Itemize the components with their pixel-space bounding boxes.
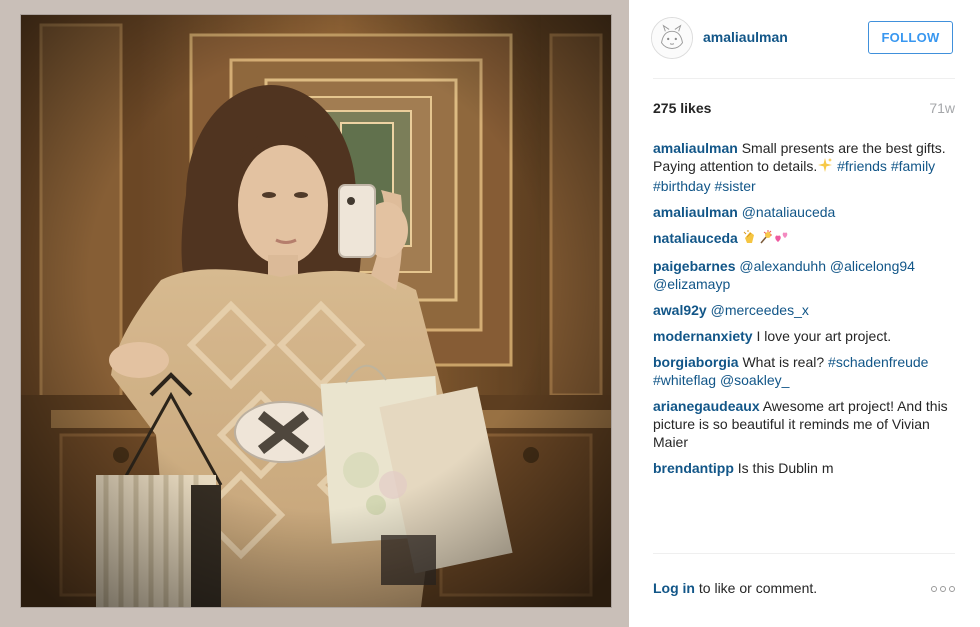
comment-text: What is real? [738,354,829,370]
comment-username[interactable]: nataliauceda [653,230,738,246]
sparkles-icon [817,157,833,177]
hashtag-link[interactable]: #sister [714,178,755,194]
hashtag-link[interactable]: #whiteflag [653,372,716,388]
sparkler-icon [758,229,774,249]
comment-text: Is this Dublin m [733,460,834,476]
likes-count[interactable]: 275 likes [653,100,711,116]
post-time[interactable]: 71w [929,100,955,116]
hashtag-link[interactable]: #friends [837,158,887,174]
comments-list: amaliaulman Small presents are the best … [653,139,955,485]
comment-username[interactable]: modernanxiety [653,328,753,344]
two-hearts-icon [774,229,790,249]
mention-link[interactable]: @elizamayp [653,276,730,292]
comment-username[interactable]: amaliaulman [653,204,738,220]
login-link[interactable]: Log in [653,580,695,596]
mention-link[interactable]: @alexanduhh [739,258,826,274]
comment-item: amaliaulman @nataliauceda [653,203,955,221]
comment-text: I love your art project. [752,328,892,344]
comment-username[interactable]: brendantipp [653,460,734,476]
mirror-selfie-image [21,15,611,607]
login-row: Log in to like or comment. [653,580,955,600]
comment-item: nataliauceda [653,229,955,249]
clapping-hands-icon [742,229,758,249]
comment-username[interactable]: paigebarnes [653,258,735,274]
hashtag-link[interactable]: #family [891,158,935,174]
dot [940,586,946,592]
mention-link[interactable]: @merceedes_x [711,302,809,318]
avatar-drawing-icon [652,18,692,58]
avatar[interactable] [651,17,693,59]
hashtag-link[interactable]: #schadenfreude [828,354,928,370]
comment-username[interactable]: arianegaudeaux [653,398,760,414]
mention-link[interactable]: @soakley_ [720,372,789,388]
login-prompt-text: to like or comment. [695,580,818,596]
comment-item: awal92y @merceedes_x [653,301,955,319]
hashtag-link[interactable]: #birthday [653,178,711,194]
dot [949,586,955,592]
comment-item: arianegaudeaux Awesome art project! And … [653,397,955,451]
comment-item: brendantipp Is this Dublin m [653,459,955,477]
photo-panel [0,0,629,627]
footer-divider [653,553,955,554]
post-sidebar: amaliaulman FOLLOW 275 likes 71w amaliau… [629,0,980,627]
comment-item: borgiaborgia What is real? #schadenfreud… [653,353,955,389]
comment-caption: amaliaulman Small presents are the best … [653,139,955,195]
dot [931,586,937,592]
follow-button[interactable]: FOLLOW [868,21,953,54]
likes-row: 275 likes 71w [653,100,955,118]
comment-username[interactable]: awal92y [653,302,707,318]
post-header: amaliaulman FOLLOW [629,0,980,78]
header-divider [653,78,955,79]
comment-item: modernanxiety I love your art project. [653,327,955,345]
comment-item: paigebarnes @alexanduhh @alicelong94 @el… [653,257,955,293]
ellipsis-icon[interactable] [929,581,955,597]
comment-username[interactable]: borgiaborgia [653,354,739,370]
mention-link[interactable]: @alicelong94 [830,258,915,274]
mention-link[interactable]: @nataliauceda [742,204,836,220]
author-username[interactable]: amaliaulman [703,29,788,45]
comment-username[interactable]: amaliaulman [653,140,738,156]
post-photo[interactable] [21,15,611,607]
